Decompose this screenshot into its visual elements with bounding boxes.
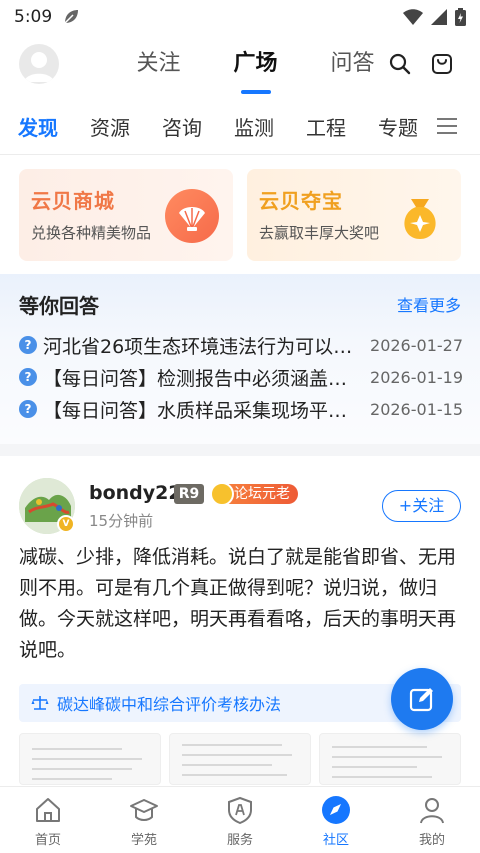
waiting-answers-heading: 等你回答 [19, 294, 99, 318]
nav-community-label: 社区 [322, 833, 349, 848]
cat-tab-engineering[interactable]: 工程 [306, 112, 346, 141]
question-icon: ? [19, 336, 37, 354]
question-text: 【每日问答】检测报告中必须涵盖的内容 [43, 367, 361, 390]
question-date: 2026-01-27 [370, 335, 463, 355]
honor-badge: 论坛元老 [210, 482, 298, 506]
bottom-nav: 首页 学苑 服务 社区 我的 [0, 786, 480, 853]
user-icon [420, 798, 444, 824]
scale-icon [31, 696, 49, 710]
promo-shop-card[interactable]: 云贝商城 兑换各种精美物品 [19, 169, 233, 261]
cat-tab-topics[interactable]: 专题 [378, 112, 418, 141]
nav-home[interactable]: 首页 [0, 787, 96, 853]
post-image[interactable] [19, 733, 161, 785]
treasure-bag-icon [393, 189, 447, 243]
wifi-icon [403, 9, 423, 25]
compose-button[interactable] [391, 668, 453, 730]
nav-academy[interactable]: 学苑 [96, 787, 192, 853]
leaf-icon [64, 10, 79, 24]
home-icon [36, 798, 60, 822]
top-bar: 关注 广场 问答 [0, 34, 480, 98]
search-icon[interactable] [388, 52, 412, 76]
promo-treasure-card[interactable]: 云贝夺宝 去赢取丰厚大奖吧 [247, 169, 461, 261]
battery-icon [455, 8, 466, 26]
signal-icon [431, 9, 447, 25]
nav-academy-label: 学苑 [130, 833, 157, 848]
question-item[interactable]: ? 【每日问答】检测报告中必须涵盖的内容 2026-01-19 [19, 362, 463, 392]
question-item[interactable]: ? 河北省26项生态环境违法行为可以不予行政处罚 2026-01-27 [19, 330, 463, 360]
question-date: 2026-01-15 [370, 399, 463, 419]
divider [0, 154, 480, 155]
cat-tab-consult[interactable]: 咨询 [162, 112, 202, 141]
menu-icon[interactable] [436, 116, 458, 136]
status-bar: 5:09 [0, 0, 480, 34]
tab-qa[interactable]: 问答 [304, 48, 401, 84]
user-avatar[interactable] [19, 44, 59, 84]
verified-badge-icon: V [57, 515, 75, 533]
waiting-answers-section: 等你回答 查看更多 ? 河北省26项生态环境违法行为可以不予行政处罚 2026-… [0, 274, 480, 444]
question-icon: ? [19, 368, 37, 386]
cat-tab-resources[interactable]: 资源 [90, 112, 130, 141]
nav-service-label: 服务 [226, 833, 253, 848]
graduation-cap-icon [130, 799, 158, 821]
post-author-name[interactable]: bondy22 [89, 482, 182, 504]
question-text: 【每日问答】水质样品采集现场平行样 [43, 399, 361, 422]
related-link-text: 碳达峰碳中和综合评价考核办法 [57, 695, 282, 714]
shell-icon [165, 189, 219, 243]
nav-home-label: 首页 [34, 833, 61, 848]
post-content[interactable]: 减碳、少排，降低消耗。说白了就是能省即省、无用则不用。可是有几个真正做得到呢？说… [19, 542, 463, 666]
honor-label: 论坛元老 [234, 486, 290, 502]
default-avatar-icon [24, 52, 54, 82]
edit-icon [409, 688, 433, 712]
category-tabs: 发现 资源 咨询 监测 工程 专题 [0, 102, 480, 150]
service-shield-icon [228, 796, 252, 825]
nav-me-label: 我的 [418, 833, 445, 848]
see-more-link[interactable]: 查看更多 [397, 292, 461, 316]
section-gap [0, 444, 480, 456]
cat-tab-discover[interactable]: 发现 [18, 112, 58, 141]
medal-icon [210, 482, 234, 506]
nav-community[interactable]: 社区 [288, 787, 384, 853]
main-tabs: 关注 广场 问答 [110, 48, 401, 94]
status-time: 5:09 [14, 7, 53, 27]
nav-me[interactable]: 我的 [384, 787, 480, 853]
cat-tab-monitor[interactable]: 监测 [234, 112, 274, 141]
follow-button[interactable]: +关注 [382, 490, 461, 522]
nav-service[interactable]: 服务 [192, 787, 288, 853]
post-images [19, 733, 461, 785]
tab-follow[interactable]: 关注 [110, 48, 207, 84]
compass-icon [322, 796, 350, 824]
question-item[interactable]: ? 【每日问答】水质样品采集现场平行样 2026-01-15 [19, 394, 463, 424]
tab-square[interactable]: 广场 [207, 48, 304, 94]
question-text: 河北省26项生态环境违法行为可以不予行政处罚 [43, 335, 361, 358]
post-image[interactable] [169, 733, 311, 785]
shopping-bag-icon[interactable] [430, 52, 454, 76]
post-image[interactable] [319, 733, 461, 785]
question-icon: ? [19, 400, 37, 418]
post-time: 15分钟前 [89, 512, 154, 530]
question-date: 2026-01-19 [370, 367, 463, 387]
rank-badge: R9 [174, 484, 204, 504]
